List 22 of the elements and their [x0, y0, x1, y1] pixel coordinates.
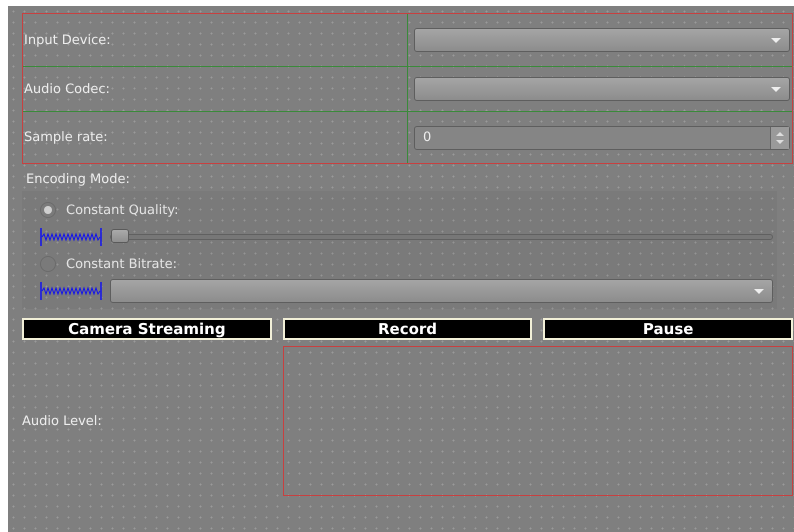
radio-button[interactable] [40, 256, 56, 272]
spin-arrows-icon[interactable] [770, 126, 789, 148]
dropdown-arrow-icon [771, 38, 781, 42]
dropdown[interactable] [414, 77, 790, 101]
radio-label: Constant Quality: [66, 202, 178, 218]
spacer-icon [40, 280, 102, 302]
push-button[interactable]: Camera Streaming [22, 318, 272, 340]
slider-handle[interactable] [111, 229, 129, 243]
group-title: Encoding Mode: [26, 172, 130, 187]
field-label: Sample rate: [24, 130, 108, 145]
spacer-icon [40, 226, 102, 248]
field-label: Audio Level: [22, 414, 102, 428]
dropdown[interactable] [414, 28, 790, 52]
push-button[interactable]: Record [282, 318, 532, 340]
dropdown-arrow-icon [771, 86, 781, 92]
field-label: Input Device: [24, 32, 111, 48]
radio-button[interactable] [40, 202, 56, 218]
field-label: Audio Codec: [24, 82, 110, 96]
push-button[interactable]: Pause [543, 318, 794, 340]
dropdown[interactable] [110, 279, 773, 303]
radio-label: Constant Bitrate: [66, 256, 177, 272]
dropdown-arrow-icon [754, 288, 764, 294]
